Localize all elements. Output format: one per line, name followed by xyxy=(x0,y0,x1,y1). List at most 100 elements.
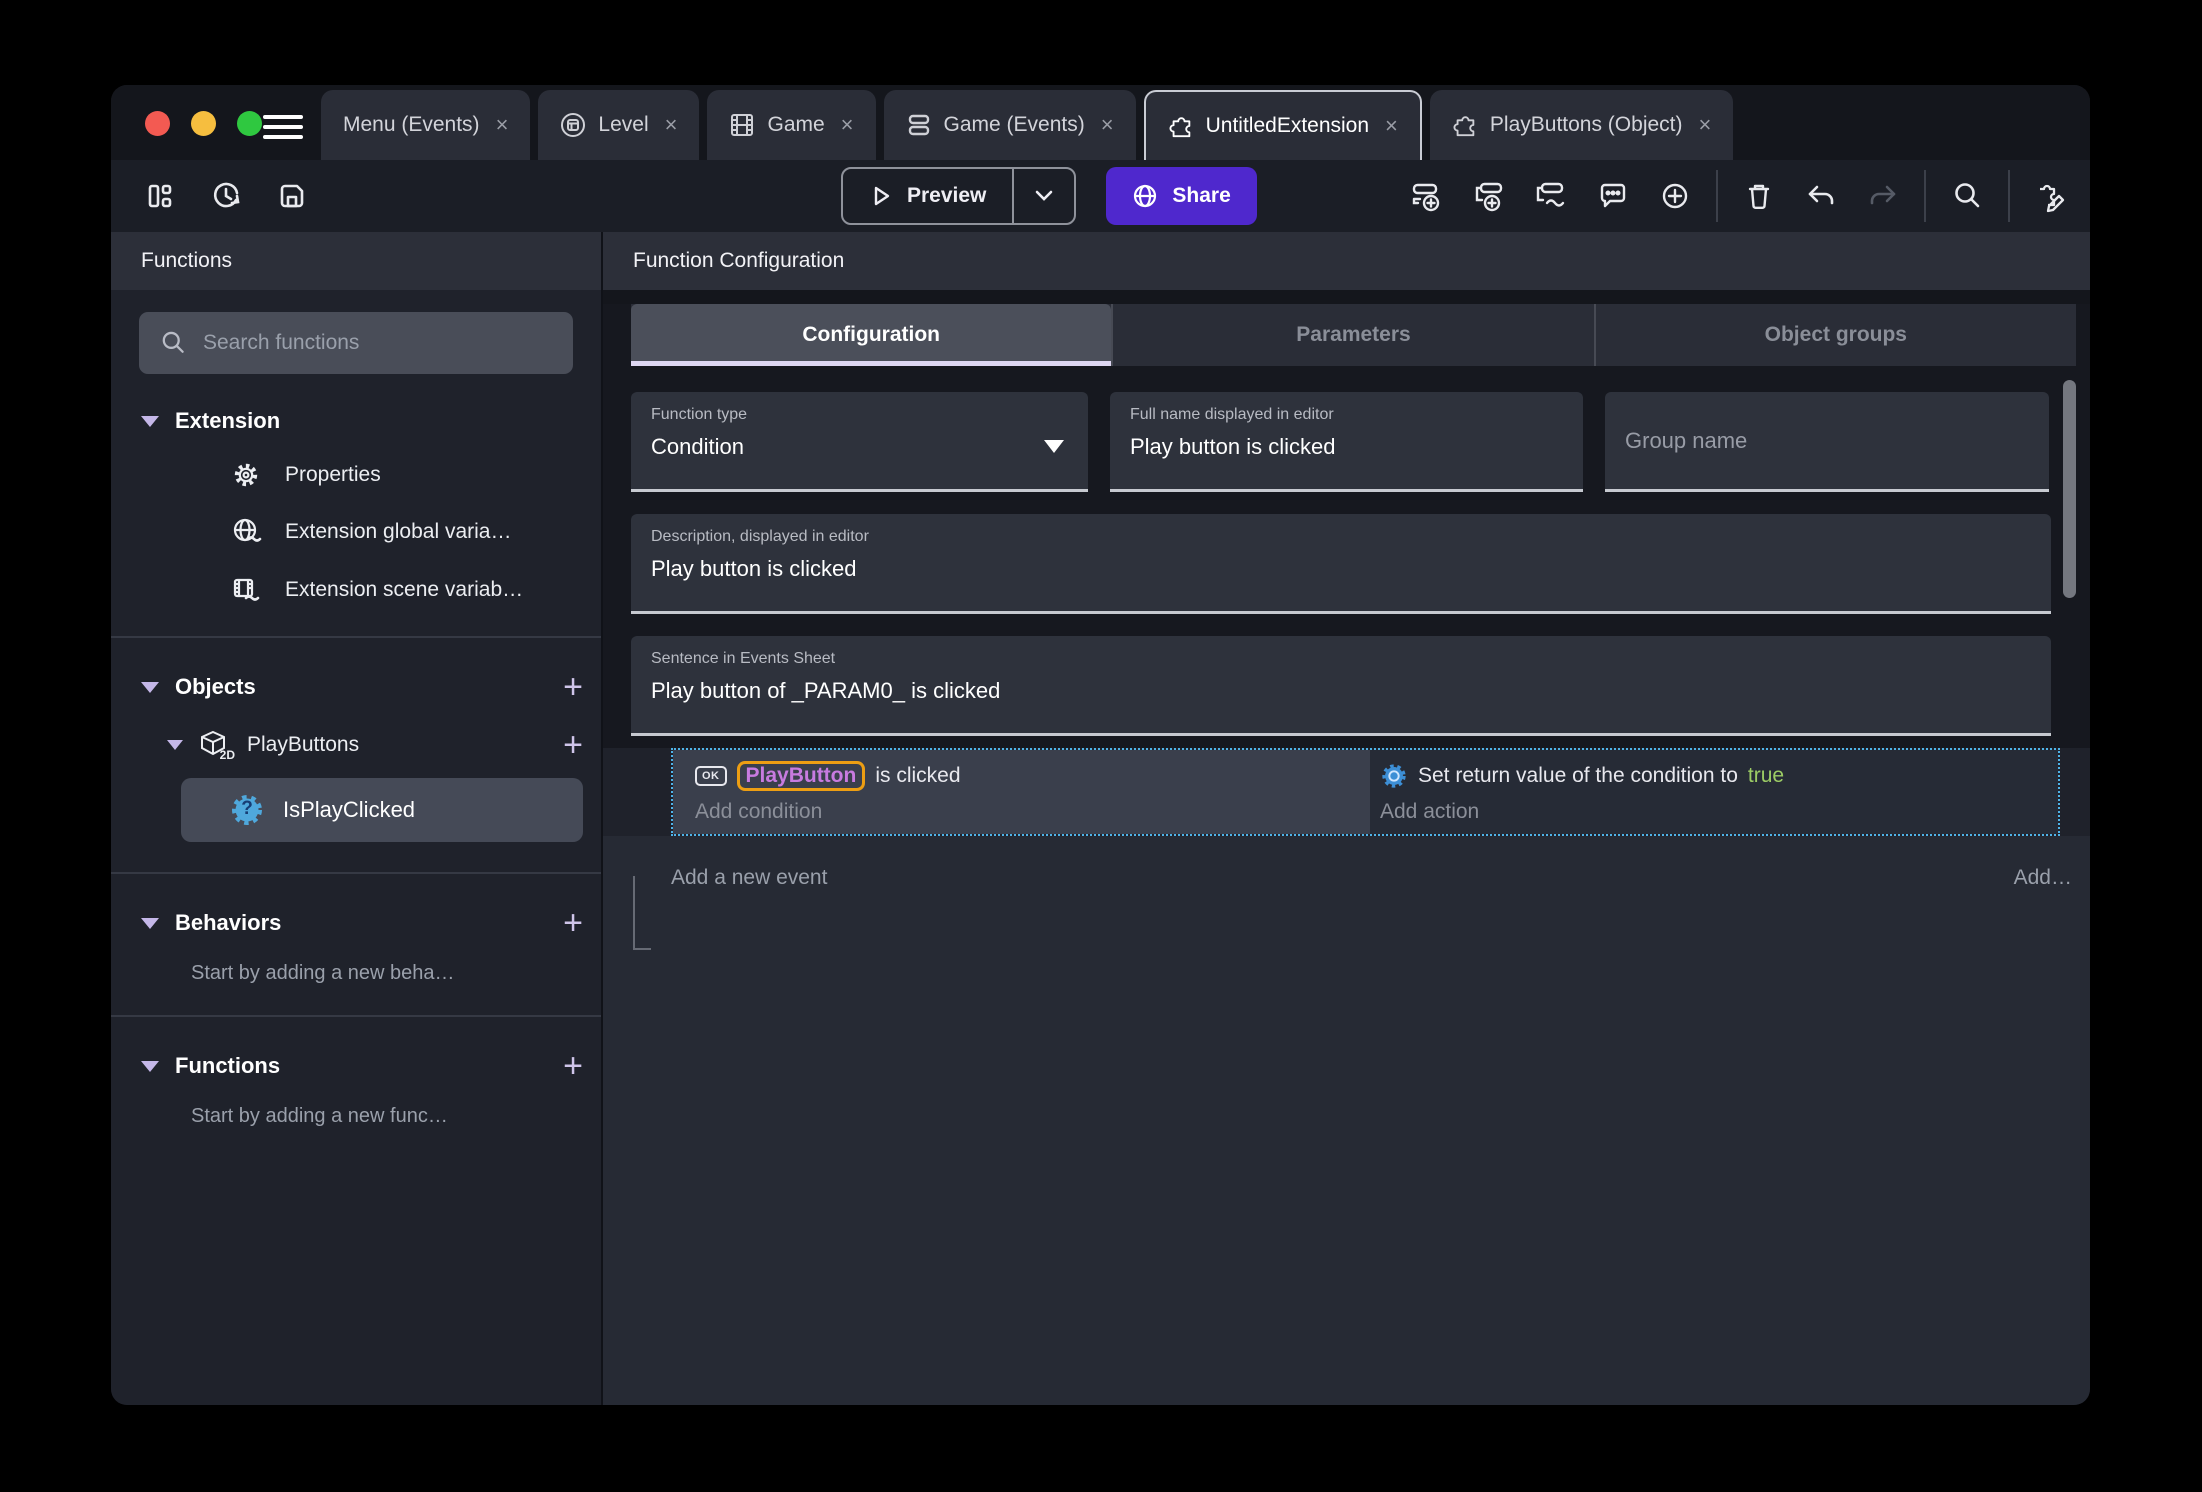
function-label: IsPlayClicked xyxy=(283,797,416,822)
sidebar-item-extension-global-variables[interactable]: Extension global varia… xyxy=(229,516,601,548)
sentence-field[interactable]: Sentence in Events Sheet xyxy=(631,636,2051,736)
behaviors-hint: Start by adding a new beha… xyxy=(191,962,455,984)
add-comment-button[interactable] xyxy=(1592,175,1634,217)
toolbar-right xyxy=(1406,170,2072,222)
section-behaviors[interactable]: Behaviors + xyxy=(141,906,583,940)
close-icon[interactable]: × xyxy=(1385,113,1398,139)
object-2d-icon: 2D xyxy=(197,728,235,762)
condition-row[interactable]: OK PlayButton is clicked xyxy=(695,758,1370,794)
section-objects[interactable]: Objects + xyxy=(141,670,583,704)
section-functions[interactable]: Functions + xyxy=(141,1049,583,1083)
close-window-button[interactable] xyxy=(145,111,170,136)
section-extension[interactable]: Extension xyxy=(141,408,583,434)
gear-icon xyxy=(229,460,263,490)
tab-parameters[interactable]: Parameters xyxy=(1111,304,1593,366)
save-icon xyxy=(280,184,304,208)
trash-icon xyxy=(1748,184,1770,210)
tab-level[interactable]: Level × xyxy=(538,90,700,160)
tab-object-groups[interactable]: Object groups xyxy=(1593,304,2076,366)
chevron-down-icon xyxy=(167,740,183,750)
editor-tabs: Menu (Events) × Level × Game × Game (Eve… xyxy=(321,90,1734,160)
tab-game[interactable]: Game × xyxy=(707,90,876,160)
add-function-button[interactable]: + xyxy=(563,1049,583,1083)
form-scrollbar[interactable] xyxy=(2063,380,2076,598)
tab-game-events[interactable]: Game (Events) × xyxy=(883,90,1136,160)
puzzle-icon xyxy=(1169,117,1190,138)
add-behavior-button[interactable]: + xyxy=(563,906,583,940)
close-icon[interactable]: × xyxy=(496,112,509,138)
description-input[interactable] xyxy=(651,556,2031,582)
events-sheet: OK PlayButton is clicked Add condition S… xyxy=(603,748,2090,1405)
sidebar-item-extension-scene-variables[interactable]: Extension scene variab… xyxy=(229,574,601,606)
edit-extension-button[interactable] xyxy=(2030,175,2072,217)
share-button[interactable]: Share xyxy=(1106,167,1257,225)
close-icon[interactable]: × xyxy=(665,112,678,138)
close-icon[interactable]: × xyxy=(1101,112,1114,138)
conditions-column[interactable]: OK PlayButton is clicked Add condition xyxy=(673,750,1370,834)
add-object-function-button[interactable]: + xyxy=(563,728,583,762)
action-row[interactable]: Set return value of the condition to tru… xyxy=(1380,758,2058,794)
add-special-event-button[interactable] xyxy=(1530,175,1572,217)
condition-object-name[interactable]: PlayButton xyxy=(736,761,866,791)
save-button[interactable] xyxy=(271,175,313,217)
event-tree-connector xyxy=(633,876,651,950)
tab-untitled-extension[interactable]: UntitledExtension × xyxy=(1143,90,1422,160)
search-events-button[interactable] xyxy=(1946,175,1988,217)
section-label: Functions xyxy=(175,1053,281,1078)
action-value[interactable]: true xyxy=(1748,764,1784,788)
search-functions-box[interactable] xyxy=(139,312,573,374)
extension-edit-icon xyxy=(2040,184,2065,213)
add-special-event-icon xyxy=(1536,182,1565,207)
sentence-input[interactable] xyxy=(651,678,2031,704)
search-icon xyxy=(1955,183,1980,208)
tab-playbuttons-object[interactable]: PlayButtons (Object) × xyxy=(1429,90,1734,160)
redo-button[interactable] xyxy=(1862,175,1904,217)
close-icon[interactable]: × xyxy=(1699,112,1712,138)
tab-configuration[interactable]: Configuration xyxy=(631,304,1112,366)
sidebar-item-label: Extension global varia… xyxy=(285,520,512,543)
description-field[interactable]: Description, displayed in editor xyxy=(631,514,2051,614)
form-row-1: Function type Condition Full name displa… xyxy=(631,392,2062,492)
selected-event[interactable]: OK PlayButton is clicked Add condition S… xyxy=(671,748,2060,836)
layout-icon xyxy=(148,184,172,208)
main-menu-icon[interactable] xyxy=(263,115,303,139)
sidebar-item-properties[interactable]: Properties xyxy=(229,460,601,490)
tab-label: Menu (Events) xyxy=(343,113,480,136)
home-layout-button[interactable] xyxy=(139,175,181,217)
configuration-tabs: Configuration Parameters Object groups xyxy=(631,304,2076,366)
gap xyxy=(603,290,2090,304)
add-new-event-button[interactable]: Add a new event xyxy=(671,866,827,890)
tab-menu-events[interactable]: Menu (Events) × xyxy=(321,90,531,160)
panel-title: Function Configuration xyxy=(603,232,2090,290)
close-icon[interactable]: × xyxy=(841,112,854,138)
preview-options-button[interactable] xyxy=(1014,189,1074,203)
section-label: Objects xyxy=(175,674,256,699)
undo-icon xyxy=(1808,185,1834,205)
function-isplayclicked-selected[interactable]: ? IsPlayClicked xyxy=(181,778,583,842)
zoom-window-button[interactable] xyxy=(237,111,262,136)
add-more-button[interactable]: Add… xyxy=(2014,866,2072,890)
add-action-button[interactable]: Add action xyxy=(1380,800,2058,824)
add-subevent-button[interactable] xyxy=(1468,175,1510,217)
tab-label: UntitledExtension xyxy=(1205,114,1370,137)
group-name-field[interactable] xyxy=(1605,392,2049,492)
add-event-button[interactable] xyxy=(1406,175,1448,217)
delete-button[interactable] xyxy=(1738,175,1780,217)
undo-button[interactable] xyxy=(1800,175,1842,217)
actions-column[interactable]: Set return value of the condition to tru… xyxy=(1370,750,2058,834)
preview-button[interactable]: Preview xyxy=(841,167,1077,225)
group-name-input[interactable] xyxy=(1625,427,2029,454)
history-button[interactable] xyxy=(205,175,247,217)
add-condition-button[interactable]: Add condition xyxy=(695,800,1370,824)
minimize-window-button[interactable] xyxy=(191,111,216,136)
function-type-select[interactable]: Function type Condition xyxy=(631,392,1088,492)
search-input[interactable] xyxy=(203,331,553,355)
full-name-field[interactable]: Full name displayed in editor xyxy=(1110,392,1583,492)
add-other-button[interactable] xyxy=(1654,175,1696,217)
add-object-button[interactable]: + xyxy=(563,670,583,704)
function-configuration-panel: Function Configuration Configuration Par… xyxy=(603,232,2090,1405)
object-playbuttons-row[interactable]: 2D PlayButtons + xyxy=(167,728,583,762)
divider xyxy=(111,1015,601,1017)
divider xyxy=(111,872,601,874)
full-name-input[interactable] xyxy=(1130,434,1563,460)
